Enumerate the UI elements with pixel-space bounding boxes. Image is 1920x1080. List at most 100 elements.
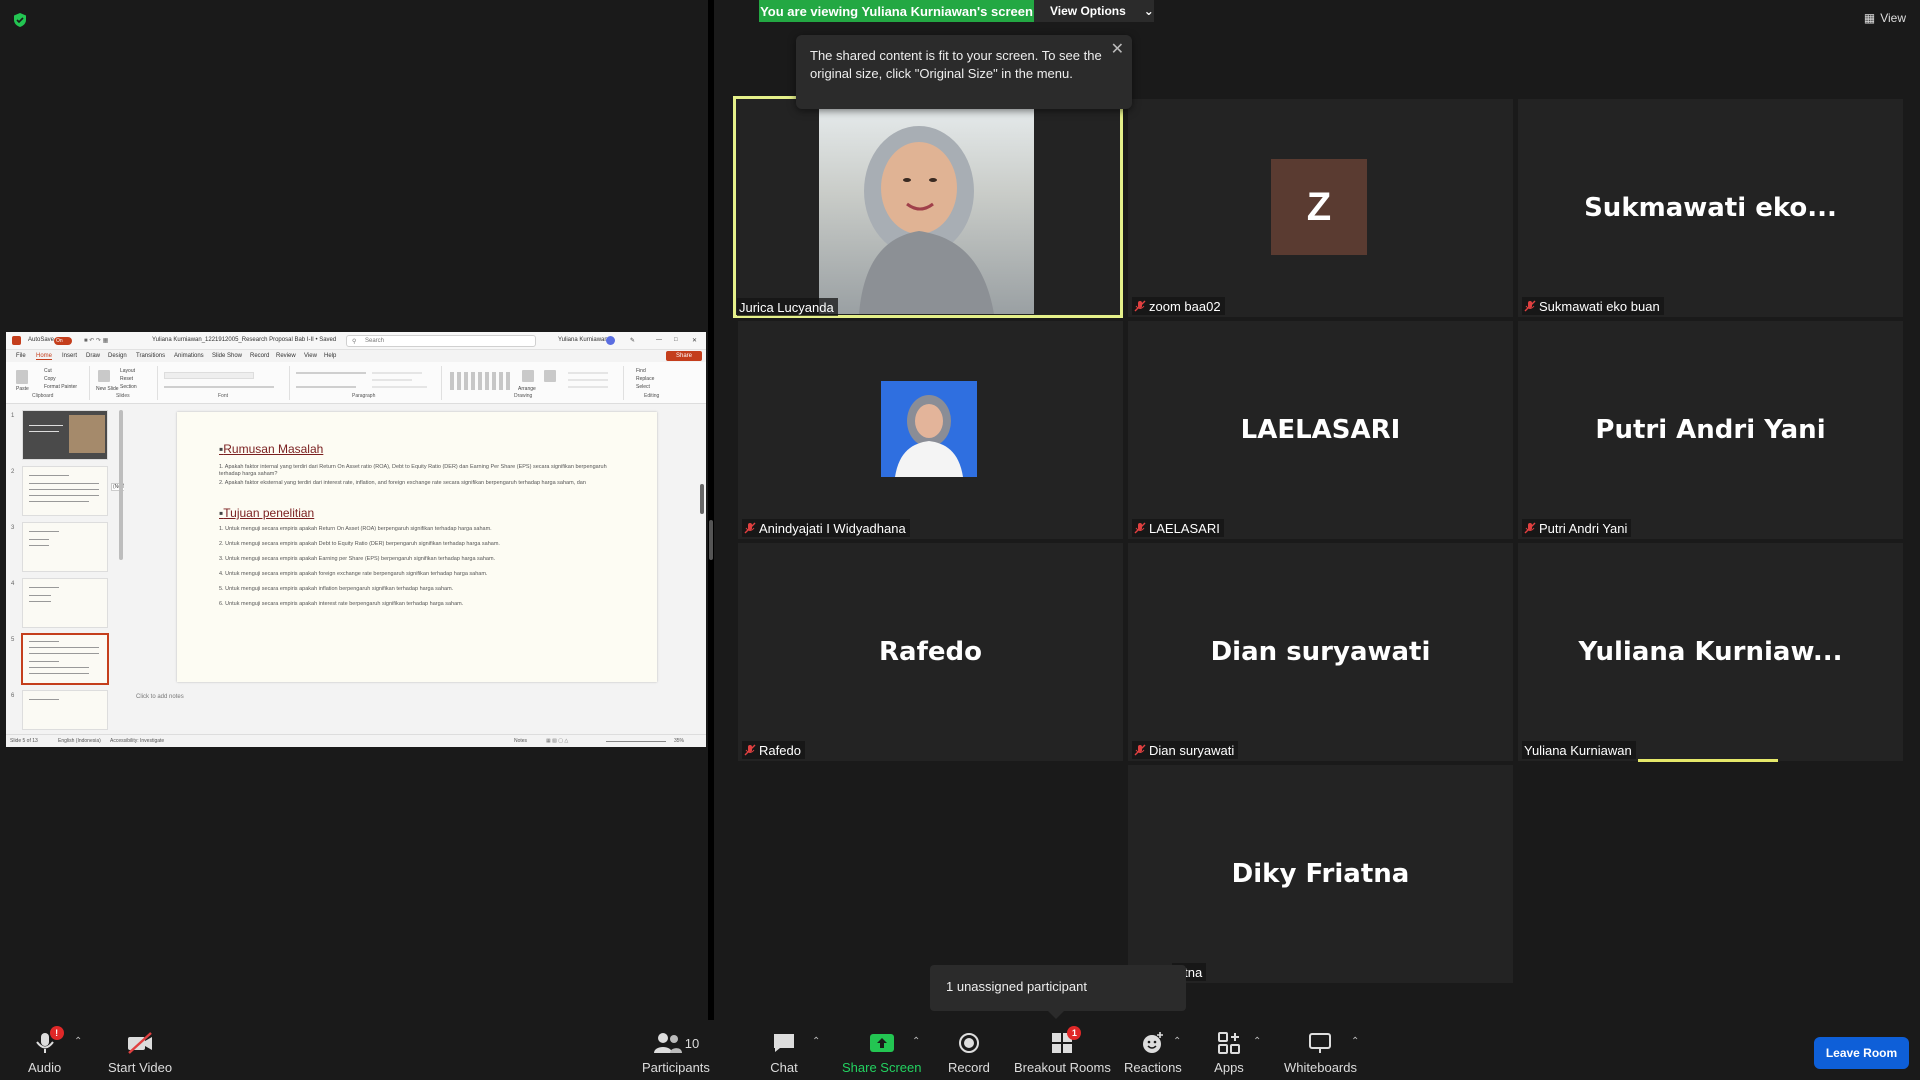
tab-file[interactable]: File xyxy=(16,353,26,359)
tab-record[interactable]: Record xyxy=(250,353,269,359)
unassigned-participant-notice[interactable]: 1 unassigned participant xyxy=(930,965,1186,1019)
slide-thumbnail-3[interactable]: 3 xyxy=(11,522,108,572)
video-tile-yuliana[interactable]: Yuliana Kurniaw... Yuliana Kurniawan xyxy=(1518,543,1903,761)
paste-icon[interactable] xyxy=(16,370,28,384)
align-buttons[interactable] xyxy=(296,386,356,388)
pen-icon[interactable]: ✎ xyxy=(630,337,635,344)
autosave-toggle[interactable]: On xyxy=(54,337,72,345)
slide-thumbnail-4[interactable]: 4 xyxy=(11,578,108,628)
participants-button[interactable]: 10 Participants xyxy=(642,1030,710,1078)
reactions-options-caret[interactable]: ⌃ xyxy=(1173,1036,1181,1047)
file-name[interactable]: Yuliana Kurniawan_1221912005_Research Pr… xyxy=(152,337,336,343)
close-icon[interactable]: ✕ xyxy=(1111,41,1124,59)
share-screen-button[interactable]: Share Screen xyxy=(842,1030,922,1078)
audio-options-caret[interactable]: ⌃ xyxy=(74,1036,82,1047)
leave-room-button[interactable]: Leave Room xyxy=(1814,1037,1909,1069)
slide-item-6: 6. Untuk menguji secara empiris apakah i… xyxy=(219,601,464,607)
tab-animations[interactable]: Animations xyxy=(174,353,204,359)
video-tile-sukmawati[interactable]: Sukmawati eko... Sukmawati eko buan xyxy=(1518,99,1903,317)
video-tile-diky[interactable]: Diky Friatna iatna xyxy=(1128,765,1513,983)
shapes-gallery[interactable] xyxy=(450,372,510,390)
tab-draw[interactable]: Draw xyxy=(86,353,100,359)
thumbnails-scrollbar[interactable] xyxy=(119,410,123,560)
video-tile-dian[interactable]: Dian suryawati Dian suryawati xyxy=(1128,543,1513,761)
smartart-button[interactable] xyxy=(372,386,427,388)
ppt-user-avatar[interactable] xyxy=(606,336,615,345)
audio-button[interactable]: ! Audio xyxy=(28,1026,64,1078)
slide-thumbnail-6[interactable]: 6 xyxy=(11,690,108,730)
ppt-share-button[interactable]: Share xyxy=(666,351,702,361)
record-button[interactable]: Record xyxy=(948,1030,990,1078)
arrange-icon[interactable] xyxy=(522,370,534,382)
minimize-icon[interactable]: — xyxy=(656,337,662,343)
replace-button[interactable]: Replace xyxy=(636,376,654,382)
slide-thumbnail-1[interactable]: 1 xyxy=(11,410,108,460)
view-options-button[interactable]: View Options ⌄ xyxy=(1034,0,1154,22)
tab-design[interactable]: Design xyxy=(108,353,127,359)
align-text-button[interactable] xyxy=(372,379,412,381)
video-tile-laelasari[interactable]: LAELASARI LAELASARI xyxy=(1128,321,1513,539)
shape-effects-button[interactable] xyxy=(568,386,608,388)
tab-help[interactable]: Help xyxy=(324,353,336,359)
video-tile-anindyajati[interactable]: Anindyajati I Widyadhana xyxy=(738,321,1123,539)
tab-home[interactable]: Home xyxy=(36,353,53,360)
find-button[interactable]: Find xyxy=(636,368,646,374)
text-direction-button[interactable] xyxy=(372,372,422,374)
tab-review[interactable]: Review xyxy=(276,353,296,359)
video-tile-zoom-baa02[interactable]: Z zoom baa02 xyxy=(1128,99,1513,317)
list-buttons[interactable] xyxy=(296,372,366,374)
split-divider[interactable] xyxy=(708,0,714,1020)
new-slide-icon[interactable] xyxy=(98,370,110,382)
section-button[interactable]: Section xyxy=(120,384,137,390)
slide-thumbnail-5[interactable]: 5 xyxy=(11,633,109,685)
shape-outline-button[interactable] xyxy=(568,379,608,381)
quick-access-icons[interactable]: ■ ↶ ↷ ▦ xyxy=(84,337,108,344)
tab-insert[interactable]: Insert xyxy=(62,353,77,359)
chat-options-caret[interactable]: ⌃ xyxy=(812,1036,820,1047)
select-button[interactable]: Select xyxy=(636,384,650,390)
copy-button[interactable]: Copy xyxy=(44,376,56,382)
tab-slide-show[interactable]: Slide Show xyxy=(212,353,242,359)
viewing-screen-banner: You are viewing Yuliana Kurniawan's scre… xyxy=(759,0,1034,22)
quick-styles-icon[interactable] xyxy=(544,370,556,382)
encryption-shield-icon[interactable] xyxy=(12,12,28,28)
video-tile-rafedo[interactable]: Rafedo Rafedo xyxy=(738,543,1123,761)
notes-button[interactable]: Notes xyxy=(514,738,527,744)
notes-placeholder[interactable]: Click to add notes xyxy=(136,694,184,700)
tab-transitions[interactable]: Transitions xyxy=(136,353,165,359)
start-video-button[interactable]: Start Video xyxy=(108,1030,172,1078)
breakout-rooms-button[interactable]: 1 Breakout Rooms xyxy=(1014,1026,1111,1078)
slide-thumbnails-pane[interactable]: 1 2 (No Title) 3 xyxy=(6,404,136,734)
cut-button[interactable]: Cut xyxy=(44,368,52,374)
tab-view[interactable]: View xyxy=(304,353,317,359)
font-format-buttons[interactable] xyxy=(164,386,274,388)
whiteboards-options-caret[interactable]: ⌃ xyxy=(1351,1036,1359,1047)
editor-scrollbar[interactable] xyxy=(700,484,704,514)
video-tile-putri[interactable]: Putri Andri Yani Putri Andri Yani xyxy=(1518,321,1903,539)
whiteboards-button[interactable]: Whiteboards xyxy=(1284,1030,1357,1078)
apps-options-caret[interactable]: ⌃ xyxy=(1253,1036,1261,1047)
reset-button[interactable]: Reset xyxy=(120,376,133,382)
current-slide[interactable]: Rumusan Masalah 1. Apakah faktor interna… xyxy=(177,412,657,682)
slide-thumbnail-2[interactable]: 2 (No Title) xyxy=(11,466,136,516)
slide-editor[interactable]: Rumusan Masalah 1. Apakah faktor interna… xyxy=(124,404,706,734)
language-status[interactable]: English (Indonesia) xyxy=(58,738,101,744)
shape-fill-button[interactable] xyxy=(568,372,608,374)
zoom-slider[interactable] xyxy=(606,741,666,742)
format-painter-button[interactable]: Format Painter xyxy=(44,384,77,390)
powerpoint-window[interactable]: AutoSave On ■ ↶ ↷ ▦ Yuliana Kurniawan_12… xyxy=(6,332,706,747)
video-tile-jurica[interactable]: Jurica Lucyanda xyxy=(733,96,1123,318)
divider-handle[interactable] xyxy=(709,520,713,560)
zoom-level[interactable]: 35% xyxy=(674,738,684,744)
font-name-select[interactable] xyxy=(164,372,254,379)
chat-button[interactable]: Chat xyxy=(769,1030,799,1078)
share-options-caret[interactable]: ⌃ xyxy=(912,1036,920,1047)
accessibility-status[interactable]: Accessibility: Investigate xyxy=(110,738,164,744)
layout-button[interactable]: Layout xyxy=(120,368,135,374)
view-button[interactable]: ▦ View xyxy=(1864,11,1906,25)
ppt-search-input[interactable]: ⚲ Search xyxy=(346,335,536,347)
maximize-icon[interactable]: □ xyxy=(674,337,678,343)
apps-button[interactable]: Apps xyxy=(1214,1030,1244,1078)
view-buttons[interactable]: ▦ ▧ ▢ △ xyxy=(546,738,568,744)
close-icon[interactable]: ✕ xyxy=(692,337,697,344)
